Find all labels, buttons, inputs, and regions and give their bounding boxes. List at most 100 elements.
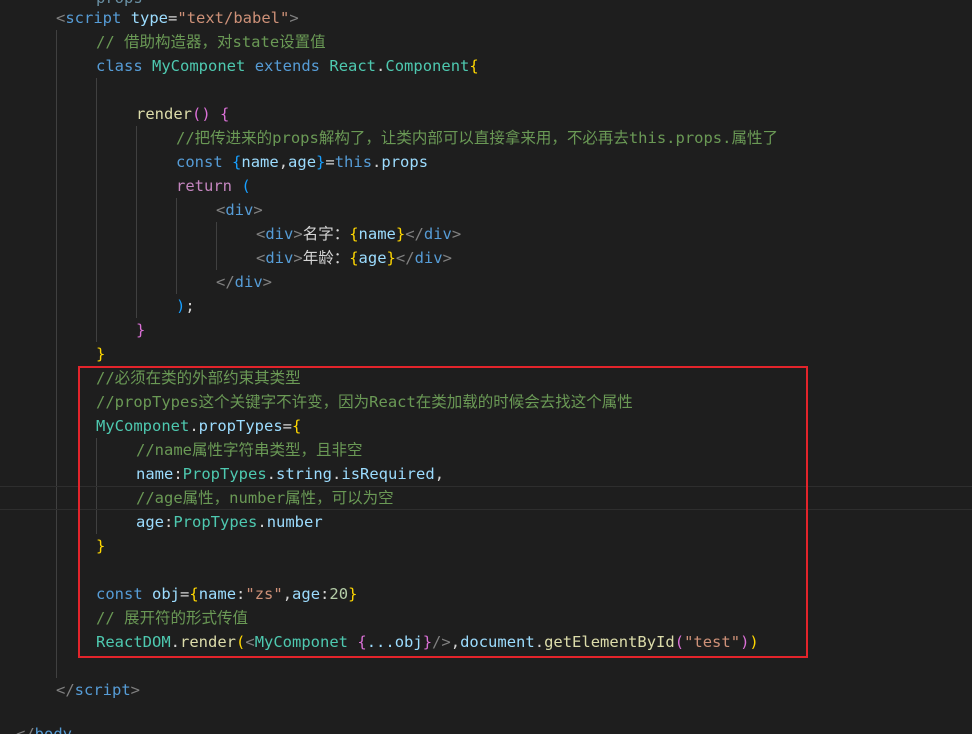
code-token: body bbox=[34, 725, 72, 734]
code-token: < bbox=[216, 201, 226, 219]
code-token: ) bbox=[176, 297, 186, 315]
code-token: Component bbox=[385, 57, 470, 75]
code-token: } bbox=[316, 153, 326, 171]
code-token: string bbox=[276, 465, 333, 483]
code-token: /> bbox=[432, 633, 451, 651]
code-token: = bbox=[168, 9, 178, 27]
code-token: extends bbox=[254, 57, 321, 75]
indent-guide bbox=[216, 222, 217, 270]
code-line: MyComponet.propTypes={ bbox=[96, 414, 301, 438]
code-token: div bbox=[225, 201, 254, 219]
code-line: } bbox=[96, 537, 106, 555]
code-token: : bbox=[164, 513, 174, 531]
code-token: = bbox=[325, 153, 335, 171]
code-token: , bbox=[450, 633, 461, 651]
code-token: < bbox=[256, 249, 266, 267]
code-line: <div>名字：{name}</div> bbox=[256, 222, 461, 246]
indent-guide bbox=[136, 126, 137, 318]
code-token: MyComponet bbox=[96, 417, 190, 435]
code-token: isRequired bbox=[341, 465, 435, 483]
code-token: : bbox=[173, 465, 183, 483]
code-token: ( bbox=[236, 633, 246, 651]
code-token: const bbox=[96, 585, 143, 603]
code-token: render bbox=[180, 633, 236, 651]
code-comment: //把传进来的props解构了，让类内部可以直接拿来用，不必再去this.pro… bbox=[176, 129, 778, 147]
code-token: age bbox=[288, 153, 317, 171]
code-line: return ( bbox=[176, 174, 251, 198]
code-token: . bbox=[189, 417, 199, 435]
code-token: > bbox=[293, 249, 303, 267]
indent-guide bbox=[176, 198, 177, 294]
code-token: > bbox=[130, 681, 141, 699]
code-line: <div> bbox=[216, 198, 263, 222]
code-token: . bbox=[332, 465, 342, 483]
code-comment: //propTypes这个关键字不许变，因为React在类加载的时候会去找这个属… bbox=[96, 393, 633, 411]
code-token: this bbox=[334, 153, 373, 171]
code-comment: //age属性，number属性，可以为空 bbox=[136, 489, 394, 507]
code-token: ( bbox=[674, 633, 685, 651]
code-token: obj bbox=[152, 585, 181, 603]
code-token: . bbox=[372, 153, 382, 171]
code-token: ( bbox=[241, 177, 251, 195]
code-token: </ bbox=[16, 725, 35, 734]
code-token: props bbox=[381, 153, 429, 171]
code-token: . bbox=[534, 633, 545, 651]
code-token: MyComponet bbox=[152, 57, 246, 75]
code-token: PropTypes bbox=[182, 465, 267, 483]
code-token: div bbox=[414, 249, 443, 267]
code-token: </ bbox=[216, 273, 235, 291]
code-line: age:PropTypes.number bbox=[136, 510, 323, 534]
code-line: const obj={name:"zs",age:20} bbox=[96, 582, 357, 606]
code-token: > bbox=[253, 201, 263, 219]
code-token: > bbox=[451, 225, 462, 243]
code-line: <script type="text/babel"> bbox=[56, 6, 299, 30]
code-token: ; bbox=[185, 297, 195, 315]
code-token: < bbox=[256, 225, 266, 243]
code-token: name bbox=[358, 225, 396, 243]
code-token: = bbox=[180, 585, 190, 603]
indent-guide bbox=[96, 78, 97, 342]
code-token: 20 bbox=[329, 585, 349, 603]
code-token: 名字： bbox=[302, 225, 350, 243]
code-token: > bbox=[289, 9, 299, 27]
code-token: name bbox=[241, 153, 279, 171]
code-token: div bbox=[265, 249, 294, 267]
code-token: ReactDOM bbox=[96, 633, 171, 651]
code-token: > bbox=[293, 225, 303, 243]
code-token: </ bbox=[405, 225, 424, 243]
code-token: < bbox=[245, 633, 255, 651]
code-token: type bbox=[130, 9, 169, 27]
code-line: ); bbox=[176, 294, 195, 318]
code-token: } bbox=[395, 225, 406, 243]
code-editor[interactable]: props <script type="text/babel"> // 借助构造… bbox=[0, 0, 972, 734]
code-line: class MyComponet extends React.Component… bbox=[96, 54, 479, 78]
code-token: } bbox=[422, 633, 433, 651]
code-token: ) bbox=[749, 633, 759, 651]
code-token: "text/babel" bbox=[177, 9, 290, 27]
code-token: . bbox=[257, 513, 267, 531]
code-token: { bbox=[469, 57, 479, 75]
code-comment: // 借助构造器，对state设置值 bbox=[96, 33, 326, 51]
code-line: ReactDOM.render(<MyComponet {...obj}/>,d… bbox=[96, 630, 759, 654]
code-token: render bbox=[136, 105, 192, 123]
code-line: </div> bbox=[216, 270, 272, 294]
code-comment: //name属性字符串类型，且非空 bbox=[136, 441, 363, 459]
code-token: const bbox=[176, 153, 223, 171]
code-token: React bbox=[329, 57, 377, 75]
code-token: . bbox=[266, 465, 277, 483]
code-line: const {name,age}=this.props bbox=[176, 150, 428, 174]
code-token: = bbox=[282, 417, 293, 435]
code-token: div bbox=[265, 225, 294, 243]
code-token: PropTypes bbox=[173, 513, 258, 531]
code-token: . bbox=[170, 633, 180, 651]
code-line: <div>年龄：{age}</div> bbox=[256, 246, 452, 270]
code-token: . bbox=[376, 57, 386, 75]
code-token: > bbox=[442, 249, 452, 267]
code-token: div bbox=[234, 273, 263, 291]
code-token: < bbox=[56, 9, 66, 27]
code-token: propTypes bbox=[198, 417, 283, 435]
code-token: class bbox=[96, 57, 143, 75]
code-token: () bbox=[192, 105, 211, 123]
code-comment: //必须在类的外部约束其类型 bbox=[96, 369, 301, 387]
